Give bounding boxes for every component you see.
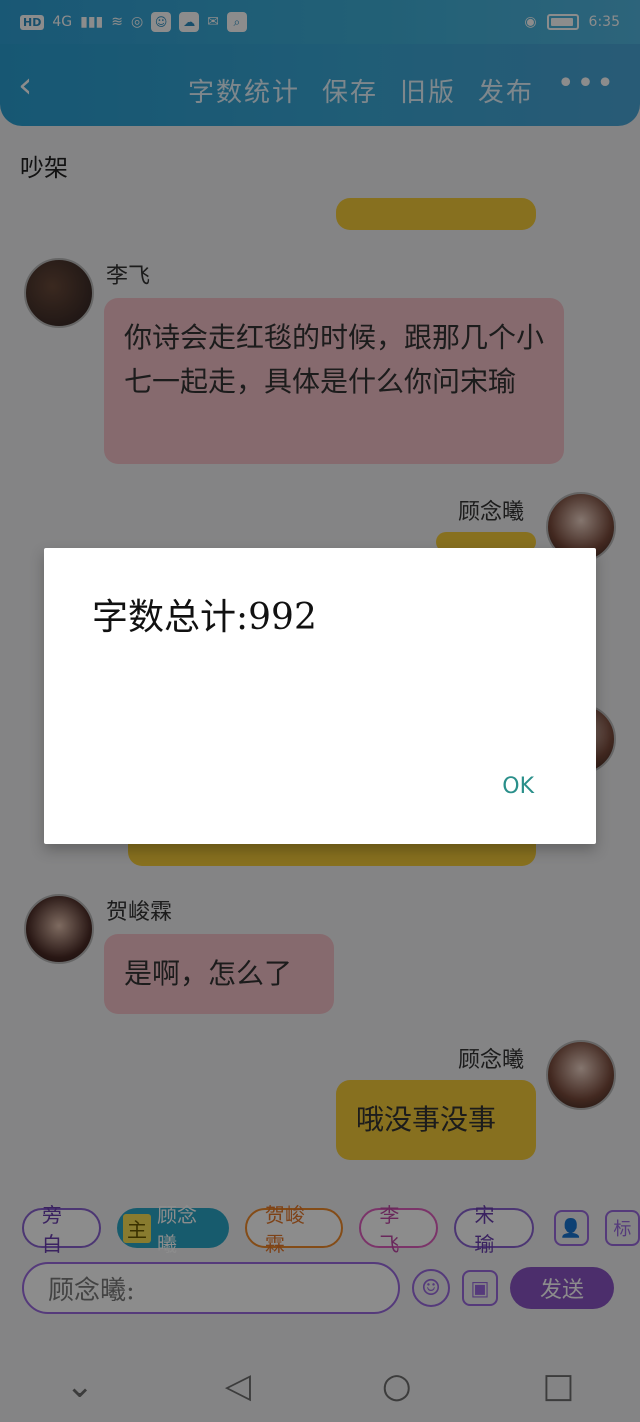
dialog-message: 字数总计:992 (92, 597, 317, 638)
word-count-dialog: 字数总计:992 OK (44, 548, 596, 844)
ok-button[interactable]: OK (502, 774, 534, 799)
